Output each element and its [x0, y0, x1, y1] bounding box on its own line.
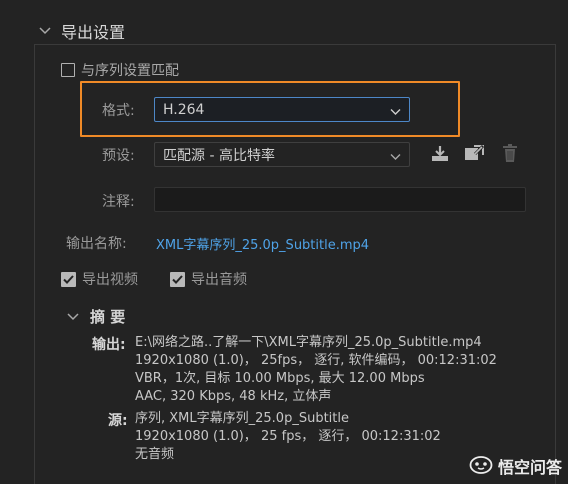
export-video-checkbox[interactable]: [61, 271, 76, 287]
checkmark-icon: [172, 274, 183, 284]
watermark-text: 悟空问答: [497, 458, 562, 477]
chevron-down-icon: [390, 104, 401, 120]
preset-select[interactable]: 匹配源 - 高比特率: [154, 142, 410, 167]
summary-source-block: 序列, XML字幕序列_25.0p_Subtitle 1920x1080 (1.…: [135, 410, 441, 464]
section-title: 导出设置: [61, 23, 126, 42]
export-video-label: 导出视频: [82, 272, 138, 288]
preset-label: 预设:: [102, 148, 135, 164]
summary-output-line: AAC, 320 Kbps, 48 kHz, 立体声: [135, 389, 332, 404]
format-label: 格式:: [102, 103, 135, 119]
summary-source-line: 序列, XML字幕序列_25.0p_Subtitle: [135, 411, 349, 426]
summary-output-block: E:\网络之路..了解一下\XML字幕序列_25.0p_Subtitle.mp4…: [135, 334, 497, 406]
chevron-down-icon[interactable]: [36, 22, 54, 40]
checkmark-icon: [63, 274, 74, 284]
save-preset-button[interactable]: [429, 145, 451, 165]
format-select[interactable]: H.264: [154, 97, 410, 122]
match-sequence-label: 与序列设置匹配: [81, 63, 179, 79]
delete-preset-button[interactable]: [499, 143, 521, 167]
comment-label: 注释:: [102, 194, 135, 210]
match-sequence-checkbox[interactable]: [61, 63, 75, 77]
watermark-logo-icon: [469, 454, 493, 478]
export-audio-label: 导出音频: [191, 272, 247, 288]
summary-source-line: 1920x1080 (1.0)， 25 fps， 逐行， 00:12:31:02: [135, 429, 441, 444]
chevron-down-icon: [390, 149, 401, 165]
summary-header[interactable]: 摘 要: [64, 306, 125, 327]
export-settings-header[interactable]: 导出设置: [36, 19, 125, 43]
match-sequence-row[interactable]: 与序列设置匹配: [61, 60, 179, 80]
summary-output-line: 1920x1080 (1.0)， 25fps， 逐行, 软件编码， 00:12:…: [135, 353, 497, 368]
download-preset-icon: [430, 144, 450, 166]
format-value: H.264: [163, 101, 205, 118]
watermark: 悟空问答: [469, 454, 562, 478]
output-name-label: 输出名称:: [66, 236, 127, 252]
summary-title: 摘 要: [90, 308, 126, 326]
summary-output-line: VBR，1次, 目标 10.00 Mbps, 最大 12.00 Mbps: [135, 371, 425, 386]
comment-input[interactable]: [154, 187, 526, 212]
import-preset-icon: [463, 144, 485, 166]
preset-value: 匹配源 - 高比特率: [163, 147, 275, 164]
output-name-link[interactable]: XML字幕序列_25.0p_Subtitle.mp4: [156, 234, 369, 253]
chevron-down-icon[interactable]: [64, 308, 82, 326]
trash-icon: [502, 143, 518, 167]
summary-output-key: 输出:: [92, 337, 126, 353]
export-video-row[interactable]: 导出视频: [61, 269, 138, 289]
import-preset-button[interactable]: [463, 144, 485, 166]
summary-output-line: E:\网络之路..了解一下\XML字幕序列_25.0p_Subtitle.mp4: [135, 335, 482, 350]
export-audio-checkbox[interactable]: [170, 271, 185, 287]
export-audio-row[interactable]: 导出音频: [170, 269, 247, 289]
summary-source-key: 源:: [108, 413, 128, 429]
summary-source-line: 无音频: [135, 447, 175, 462]
